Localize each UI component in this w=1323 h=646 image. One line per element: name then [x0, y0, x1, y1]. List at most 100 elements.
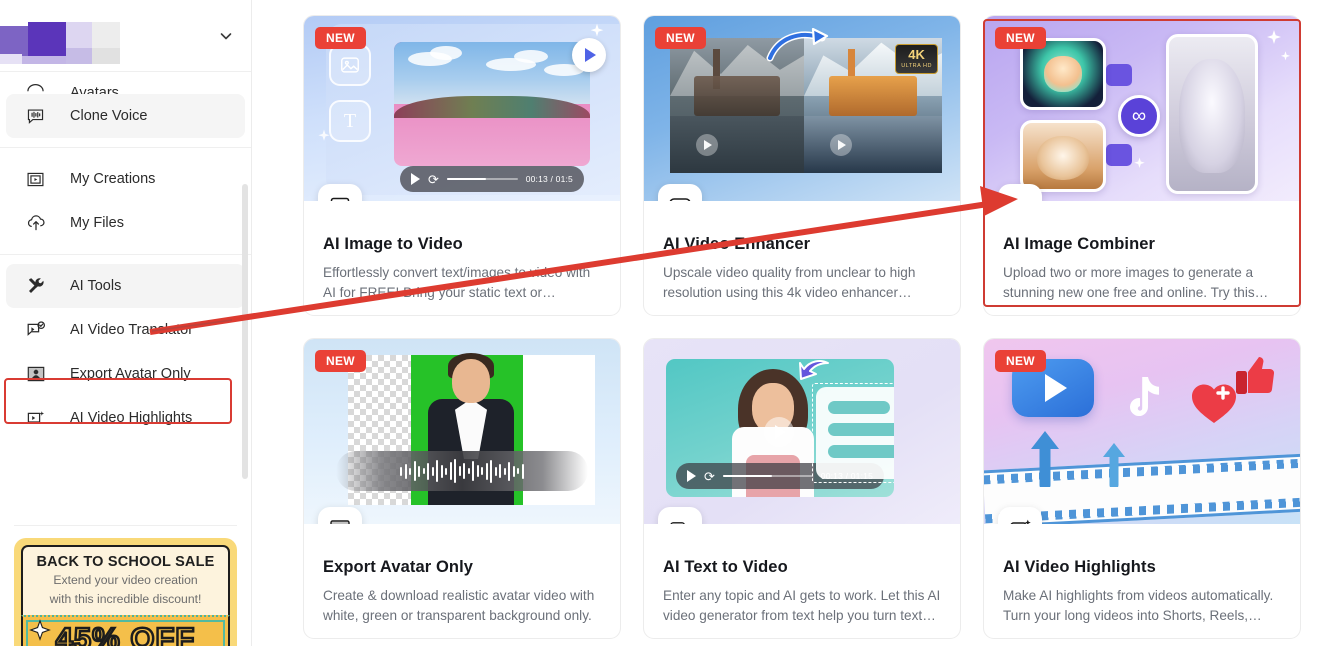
sidebar: Avatars Clone Voice My Creations My File… — [0, 0, 252, 646]
back-to-school-promo[interactable]: BACK TO SCHOOL SALE Extend your video cr… — [14, 538, 237, 646]
play-icon[interactable] — [696, 134, 718, 156]
replay-icon[interactable]: ⟳ — [704, 470, 715, 483]
tool-card-ai-text-to-video[interactable]: ⟳ 00:13 / 01:15 AI Text to — [643, 338, 961, 639]
promo-subtitle-line1: Extend your video creation — [53, 573, 198, 587]
quality-badge-value: 4K — [908, 47, 925, 62]
sidebar-scrollbar[interactable] — [242, 184, 248, 479]
sidebar-item-label: AI Video Highlights — [70, 410, 193, 426]
play-icon[interactable] — [411, 173, 420, 185]
ai-video-translator-icon — [26, 319, 52, 341]
sidebar-item-ai-tools[interactable]: AI Tools — [6, 264, 245, 308]
video-timestamp: 00:13 / 01:5 — [525, 174, 573, 184]
sidebar-item-ai-video-highlights[interactable]: AI Video Highlights — [6, 396, 245, 440]
card-title: AI Text to Video — [663, 558, 788, 576]
card-media: T ⟳ 00:13 / 01:5 NEW — [304, 16, 620, 201]
my-files-icon — [26, 212, 52, 234]
thumbs-up-icon — [1236, 357, 1274, 394]
play-button-icon[interactable] — [572, 38, 606, 72]
card-description: Effortlessly convert text/images to vide… — [323, 265, 591, 300]
export-avatar-icon — [318, 507, 362, 524]
tool-card-ai-image-to-video[interactable]: T ⟳ 00:13 / 01:5 NEW AI Image to Video E… — [303, 15, 621, 316]
tool-card-ai-image-combiner[interactable]: ∞ NEW ∞ AI Image Combiner Upload two or … — [983, 15, 1301, 316]
card-body: AI Image Combiner Upload two or more ima… — [984, 201, 1300, 303]
play-icon[interactable] — [764, 417, 794, 447]
card-media: NEW — [304, 339, 620, 524]
sidebar-scroll-area: Avatars Clone Voice My Creations My File… — [0, 72, 251, 646]
ai-tools-icon — [26, 275, 52, 297]
preview-video — [394, 42, 590, 166]
sidebar-divider — [0, 147, 251, 148]
infinity-icon: ∞ — [1118, 95, 1160, 137]
play-icon[interactable] — [687, 470, 696, 482]
hd-icon: HD — [658, 184, 702, 201]
card-description: Create & download realistic avatar video… — [323, 588, 595, 623]
quality-badge-sub: ULTRA HD — [901, 63, 932, 69]
sidebar-item-my-files[interactable]: My Files — [6, 201, 245, 245]
sparkle-icon — [1132, 156, 1147, 176]
sidebar-item-clone-voice[interactable]: Clone Voice — [6, 94, 245, 138]
tool-card-export-avatar-only[interactable]: NEW Export Avatar Only Create & download… — [303, 338, 621, 639]
ai-video-highlights-icon — [26, 407, 52, 429]
sidebar-item-label: Avatars — [70, 85, 119, 94]
card-description: Enter any topic and AI gets to work. Let… — [663, 588, 941, 623]
ai-tools-main-panel: T ⟳ 00:13 / 01:5 NEW AI Image to Video E… — [252, 0, 1323, 646]
sidebar-divider — [0, 254, 251, 255]
new-badge: NEW — [995, 27, 1046, 49]
card-title: AI Video Enhancer — [663, 235, 811, 253]
replay-icon[interactable]: ⟳ — [428, 173, 439, 186]
combined-image-result — [1166, 34, 1258, 194]
progress-bar[interactable] — [722, 474, 813, 478]
audio-waveform — [336, 451, 588, 491]
sidebar-group-creation: Avatars Clone Voice — [0, 72, 251, 138]
tiktok-icon — [1130, 377, 1159, 417]
preview-video: ⟳ 00:13 / 01:15 — [666, 359, 894, 497]
sparkle-icon — [1279, 50, 1292, 68]
sidebar-item-export-avatar-only[interactable]: Export Avatar Only — [6, 352, 245, 396]
sidebar-item-avatars[interactable]: Avatars — [6, 72, 245, 94]
play-icon[interactable] — [830, 134, 852, 156]
text-tool-icon: T — [329, 100, 371, 142]
sidebar-item-my-creations[interactable]: My Creations — [6, 157, 245, 201]
card-title: AI Video Highlights — [1003, 558, 1156, 576]
card-media: 4K ULTRA HD NEW HD — [644, 16, 960, 201]
promo-discount-block: 45% OFF — [21, 615, 230, 646]
selection-outline — [812, 383, 894, 483]
tool-card-ai-video-highlights[interactable]: NEW AI Video Highlights Make AI highligh… — [983, 338, 1301, 639]
tool-card-ai-video-enhancer[interactable]: 4K ULTRA HD NEW HD AI Video Enhancer Ups… — [643, 15, 961, 316]
export-avatar-only-icon — [26, 363, 52, 385]
card-media: ∞ NEW ∞ — [984, 16, 1300, 201]
text-to-video-icon — [658, 507, 702, 524]
card-title: AI Image Combiner — [1003, 235, 1156, 253]
my-creations-icon — [26, 168, 52, 190]
clone-voice-icon — [26, 105, 52, 127]
promo-subtitle-line2: with this incredible discount! — [49, 592, 202, 606]
image-to-video-icon — [318, 184, 362, 201]
card-description: Make AI highlights from videos automatic… — [1003, 588, 1274, 623]
upscale-arrow-icon — [766, 28, 829, 62]
sidebar-divider — [14, 525, 237, 526]
source-image-2 — [1020, 120, 1106, 192]
quality-badge: 4K ULTRA HD — [895, 44, 938, 74]
card-body: Export Avatar Only Create & download rea… — [304, 524, 620, 626]
sidebar-group-ai: AI Tools AI Video Translator Export Avat… — [0, 264, 251, 440]
video-highlights-icon — [998, 507, 1042, 524]
card-media: NEW — [984, 339, 1300, 524]
sidebar-group-library: My Creations My Files — [0, 157, 251, 245]
upward-arrow-icon — [1103, 443, 1125, 487]
sparkle-icon — [29, 619, 51, 641]
promo-text-block: BACK TO SCHOOL SALE Extend your video cr… — [21, 545, 230, 616]
image-placeholder-icon — [329, 44, 371, 86]
card-body: AI Video Enhancer Upscale video quality … — [644, 201, 960, 303]
sidebar-item-label: Export Avatar Only — [70, 366, 191, 382]
infinity-icon: ∞ — [998, 184, 1042, 201]
sidebar-item-ai-video-translator[interactable]: AI Video Translator — [6, 308, 245, 352]
video-control-bar[interactable]: ⟳ 00:13 / 01:5 — [400, 166, 584, 192]
progress-bar[interactable] — [446, 177, 518, 181]
sidebar-item-label: My Creations — [70, 171, 156, 187]
card-body: AI Image to Video Effortlessly convert t… — [304, 201, 620, 303]
avatars-icon — [26, 72, 52, 94]
new-badge: NEW — [315, 27, 366, 49]
new-badge: NEW — [315, 350, 366, 372]
card-title: Export Avatar Only — [323, 558, 474, 576]
chevron-down-icon[interactable] — [215, 25, 237, 47]
